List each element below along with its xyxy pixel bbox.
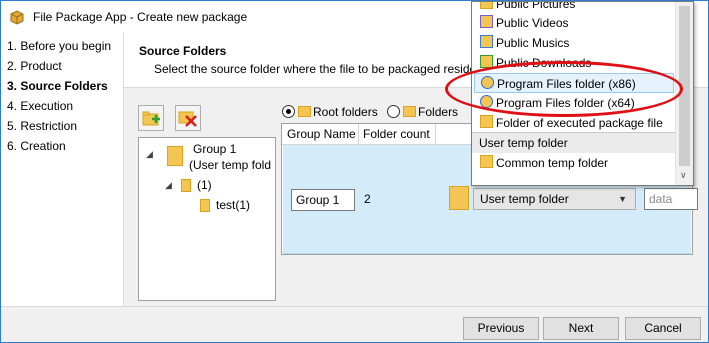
- step-product[interactable]: 2. Product: [7, 59, 62, 73]
- view-mode-options: Root folders Folders: [282, 105, 458, 121]
- window-title: File Package App - Create new package: [33, 10, 248, 24]
- highlight-annotation: [445, 61, 683, 117]
- root-folders-radio[interactable]: [282, 105, 295, 118]
- step-source-folders[interactable]: 3. Source Folders: [7, 79, 108, 93]
- folder-icon: [181, 179, 191, 192]
- column-divider: [358, 124, 359, 144]
- wizard-steps: 1. Before you begin 2. Product 3. Source…: [1, 32, 124, 306]
- previous-button[interactable]: Previous: [463, 317, 539, 340]
- app-window: File Package App - Create new package 1.…: [0, 0, 709, 343]
- root-folders-label: Root folders: [313, 105, 378, 119]
- folders-label: Folders: [418, 105, 459, 119]
- dropdown-item-public-videos[interactable]: Public Videos: [480, 13, 569, 33]
- music-folder-icon: [480, 35, 493, 48]
- step-creation[interactable]: 6. Creation: [7, 139, 66, 153]
- folder-icon: [449, 186, 469, 210]
- wizard-footer: Previous Next Cancel: [1, 306, 708, 342]
- column-folder-count[interactable]: Folder count: [363, 127, 430, 141]
- cancel-button[interactable]: Cancel: [625, 317, 701, 340]
- column-group-name[interactable]: Group Name: [287, 127, 356, 141]
- folders-radio[interactable]: [387, 105, 401, 118]
- delete-icon: [178, 111, 197, 127]
- tree-node-grandchild[interactable]: test(1): [216, 198, 250, 212]
- page-description: Select the source folder where the file …: [154, 62, 477, 76]
- delete-folder-button[interactable]: [175, 105, 201, 131]
- chevron-down-icon[interactable]: ∨: [680, 170, 687, 181]
- expand-arrow-icon[interactable]: ◢: [146, 149, 153, 160]
- add-folder-icon: [142, 111, 160, 126]
- location-select[interactable]: User temp folder ▼: [473, 188, 636, 210]
- group-name-field[interactable]: Group 1: [291, 189, 355, 211]
- page-title: Source Folders: [139, 44, 227, 58]
- folder-icon: [403, 106, 417, 117]
- folder-icon: [167, 146, 183, 166]
- tree-node-group-location: (User temp fold: [189, 158, 272, 172]
- step-execution[interactable]: 4. Execution: [7, 99, 73, 113]
- folder-icon: [298, 106, 311, 117]
- folder-icon: [480, 115, 493, 128]
- folder-icon: [200, 199, 210, 212]
- folder-tree[interactable]: ◢ Group 1 (User temp fold ◢ (1) test(1): [138, 137, 276, 301]
- dropdown-group-header: User temp folder: [472, 133, 675, 153]
- videos-folder-icon: [480, 15, 493, 28]
- folder-count-value: 2: [364, 192, 371, 206]
- expand-arrow-icon[interactable]: ◢: [165, 180, 172, 191]
- column-divider: [435, 124, 436, 144]
- pictures-folder-icon: [480, 2, 493, 9]
- folder-icon: [480, 155, 493, 168]
- tree-node-child[interactable]: (1): [197, 178, 212, 192]
- add-folder-button[interactable]: [138, 105, 164, 131]
- chevron-down-icon: ▼: [618, 194, 627, 204]
- dropdown-item-public-musics[interactable]: Public Musics: [480, 33, 569, 53]
- box-icon: [10, 10, 24, 25]
- tree-node-group[interactable]: Group 1: [193, 142, 236, 156]
- step-restriction[interactable]: 5. Restriction: [7, 119, 77, 133]
- location-select-value: User temp folder: [480, 192, 569, 206]
- next-button[interactable]: Next: [543, 317, 619, 340]
- step-before-you-begin[interactable]: 1. Before you begin: [7, 39, 111, 53]
- data-field[interactable]: data: [644, 188, 698, 210]
- dropdown-item-common-temp-folder[interactable]: Common temp folder: [480, 153, 608, 173]
